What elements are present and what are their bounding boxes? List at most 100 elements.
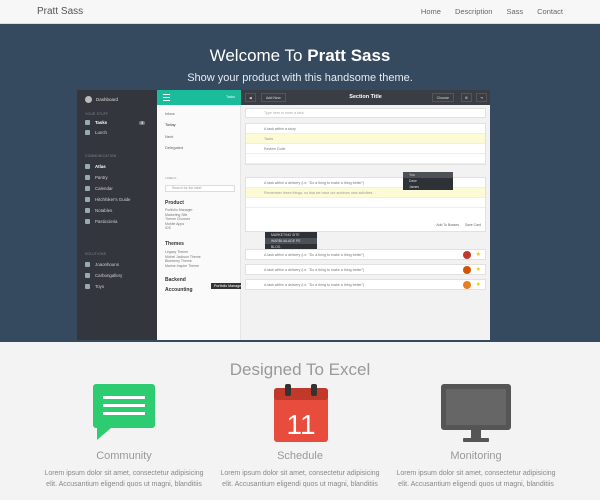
mockup-dashboard: Dashboard [85, 96, 118, 103]
task-card: A task within a delivery (i.e. "Do a thi… [245, 264, 486, 275]
star-icon: ★ [475, 267, 481, 273]
calendar-icon: 11 [274, 384, 328, 442]
label-group-accounting: Accounting [165, 287, 193, 293]
task-row: A task within a delivery (i.e. "Do a thi… [264, 268, 365, 272]
nav-link-description[interactable]: Description [455, 7, 493, 16]
dashboard-label: Dashboard [96, 97, 119, 102]
sidebar-section-1: YOUR STUFF [85, 112, 109, 116]
folder-icon [85, 262, 90, 267]
nav-link-sass[interactable]: Sass [506, 7, 523, 16]
sidebar-item-label: Hitchhiker's Guide [95, 197, 131, 202]
theme-labels: Legacy Theme Michel Jackson Theme Bluebe… [165, 250, 201, 268]
new-task-input: Type here to enter a task [245, 108, 486, 118]
sidebar-item-label: Atlas [95, 164, 106, 169]
sidebar-item-carbongallery: Carbongallery [85, 273, 151, 278]
features-section: Designed To Excel Community Lorem ipsum … [0, 342, 600, 500]
task-column-label: Tasks [226, 95, 235, 99]
tags-dropdown: MARKETING SITE WARBLIALADE PE BLOG [265, 232, 317, 250]
grid-icon [85, 175, 90, 180]
sidebar-item-label: Lunch [95, 130, 107, 135]
feature-name: Community [96, 450, 152, 462]
feature-name: Monitoring [450, 450, 502, 462]
mockup-task-column: Tasks Inbox Today Next Delegated LABELS … [157, 90, 241, 340]
tasks-badge: 3 [139, 120, 145, 125]
hero-title-prefix: Welcome To [209, 46, 308, 65]
features-title: Designed To Excel [229, 360, 371, 379]
task-row: Review Code [246, 144, 485, 154]
label-group-product: Product [165, 200, 184, 206]
task-card: A task within a delivery (i.e. "Do a thi… [245, 249, 486, 260]
label-search-input: Search for the label [165, 185, 235, 192]
product-labels: Portfolio Manager Marketing Site Theme C… [165, 208, 193, 231]
sidebar-item-tasks: Tasks 3 [85, 120, 151, 125]
sidebar-item-calendar: Calendar [85, 186, 151, 191]
book-icon [85, 197, 90, 202]
hero-title-strong: Pratt Sass [307, 46, 391, 65]
task-row [246, 198, 485, 208]
note-icon [85, 208, 90, 213]
dashboard-icon [85, 96, 92, 103]
feature-description: Lorem ipsum dolor sit amet, consectetur … [44, 470, 204, 488]
image-icon [85, 273, 90, 278]
hero-section: Welcome To Pratt Sass Show your product … [0, 24, 600, 342]
task-filter-today: Today [165, 122, 176, 127]
sidebar-item-label: Calendar [95, 186, 113, 191]
task-row: Tasks [246, 134, 485, 144]
label-group-themes: Themes [165, 241, 184, 247]
task-row: A task within a delivery (i.e. "Do a thi… [264, 283, 365, 287]
nav-links: Home Description Sass Contact [421, 7, 563, 16]
page: Pratt Sass Home Description Sass Contact… [0, 0, 600, 500]
chat-bubble-icon [93, 384, 155, 440]
mockup-main-panel: ◀ Add New Section Title Choose ⚙ ⇥ Type … [241, 90, 490, 340]
sidebar-item-label: Joaonhouns [95, 262, 119, 267]
people-dropdown: You Dave James [403, 172, 453, 190]
tasks-icon [85, 120, 90, 125]
feature-name: Schedule [277, 450, 323, 462]
task-row: A task within a delivery (i.e. "Do a thi… [264, 253, 365, 257]
menu-icon [163, 94, 170, 101]
sidebar-item-joaonhouns: Joaonhouns [85, 262, 151, 267]
sidebar-item-toys: Toys [85, 284, 151, 289]
map-icon [85, 164, 90, 169]
label-group-backend: Backend [165, 277, 186, 283]
cake-icon [85, 219, 90, 224]
toy-icon [85, 284, 90, 289]
sidebar-item-atlas: Atlas [85, 164, 151, 169]
save-card-button: Save Card [464, 223, 481, 227]
sidebar-item-label: Pasticcieria [95, 219, 118, 224]
nav-link-contact[interactable]: Contact [537, 7, 563, 16]
sidebar-item-label: Toys [95, 284, 105, 289]
brand-logo[interactable]: Pratt Sass [37, 6, 83, 17]
task-row: A task within a story [246, 124, 485, 134]
calendar-day: 11 [286, 409, 315, 440]
task-column-header: Tasks [157, 90, 241, 105]
feature-description: Lorem ipsum dolor sit amet, consectetur … [396, 470, 556, 488]
avatar [463, 281, 471, 289]
task-filter-delegated: Delegated [165, 145, 184, 150]
calendar-icon [85, 186, 90, 191]
task-filter-next: Next [165, 134, 174, 139]
top-navbar: Pratt Sass Home Description Sass Contact [0, 0, 600, 24]
monitor-icon [441, 384, 511, 442]
task-filter-inbox: Inbox [165, 111, 175, 116]
sidebar-section-3: SOLUTIONS [85, 252, 107, 256]
mockup-sidebar: Dashboard YOUR STUFF Tasks 3 Lunch COMMUN… [77, 90, 157, 340]
sidebar-item-label: Carbongallery [95, 273, 123, 278]
sidebar-section-2: COMMUNICATION [85, 154, 117, 158]
card-footer: Add To Bosses Save Card [436, 223, 481, 227]
avatar [463, 251, 471, 259]
star-icon: ★ [475, 252, 481, 258]
sidebar-item-label: Notables [95, 208, 113, 213]
sidebar-item-guide: Hitchhiker's Guide [85, 197, 151, 202]
hero-subtitle: Show your product with this handsome the… [187, 72, 413, 84]
task-card: A task within a story Tasks Review Code [245, 123, 486, 165]
main-panel-header: ◀ Add New Section Title Choose ⚙ ⇥ [241, 90, 490, 105]
dropdown-option: James [409, 185, 419, 189]
sidebar-item-label: Pantry [95, 175, 108, 180]
star-icon: ★ [475, 282, 481, 288]
sidebar-item-notables: Notables [85, 208, 151, 213]
lunch-icon [85, 130, 90, 135]
feature-description: Lorem ipsum dolor sit amet, consectetur … [220, 470, 380, 488]
nav-link-home[interactable]: Home [421, 7, 441, 16]
avatar [463, 266, 471, 274]
